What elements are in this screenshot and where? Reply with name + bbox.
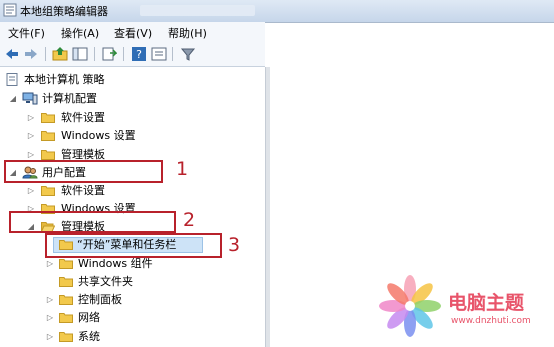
tree-item-system[interactable]: ▷ 系统 xyxy=(0,329,265,345)
toolbar-separator xyxy=(45,47,46,61)
collapsed-arrow-icon[interactable]: ▷ xyxy=(45,292,55,308)
tree-label: 软件设置 xyxy=(61,184,105,197)
toolbar-separator xyxy=(94,47,95,61)
tree-label: Windows 设置 xyxy=(61,129,136,142)
properties-icon[interactable] xyxy=(151,46,167,62)
annotation-number-2: 2 xyxy=(183,209,196,231)
toolbar-separator xyxy=(172,47,173,61)
menu-view[interactable]: 查看(V) xyxy=(114,25,152,41)
filter-icon[interactable] xyxy=(180,46,196,62)
expanded-arrow-icon[interactable]: ◢ xyxy=(8,91,18,107)
collapsed-arrow-icon[interactable]: ▷ xyxy=(26,110,36,126)
tree-label: Windows 组件 xyxy=(78,257,153,270)
collapsed-arrow-icon[interactable]: ▷ xyxy=(45,329,55,345)
folder-icon xyxy=(41,186,55,196)
back-arrow-icon[interactable] xyxy=(4,46,20,62)
tree-item-uc-software[interactable]: ▷ 软件设置 xyxy=(0,183,265,199)
collapsed-arrow-icon[interactable]: ▷ xyxy=(26,128,36,144)
folder-icon xyxy=(59,313,73,323)
menu-action[interactable]: 操作(A) xyxy=(61,25,99,41)
tree-label: 系统 xyxy=(78,330,100,343)
toolbar-separator xyxy=(123,47,124,61)
tree-item-root[interactable]: 本地计算机 策略 xyxy=(0,72,265,88)
highlight-box-2 xyxy=(9,211,176,233)
tree-label: 软件设置 xyxy=(61,111,105,124)
collapsed-arrow-icon[interactable]: ▷ xyxy=(26,183,36,199)
toolbar: ? xyxy=(0,42,265,67)
tree-pane: 本地计算机 策略 ◢ 计算机配置 ▷ 软件设置 ▷ Windows 设置 ▷ 管… xyxy=(0,67,265,347)
svg-text:?: ? xyxy=(136,48,142,61)
title-bar: 本地组策略编辑器 xyxy=(0,0,554,23)
tree-item-network[interactable]: ▷ 网络 xyxy=(0,310,265,326)
folder-icon xyxy=(59,295,73,305)
tree-label: 本地计算机 策略 xyxy=(24,73,105,86)
tree-item-shared-folders[interactable]: 共享文件夹 xyxy=(0,274,265,290)
folder-icon xyxy=(41,113,55,123)
tree-label: 共享文件夹 xyxy=(78,275,133,288)
tree-label: 控制面板 xyxy=(78,293,122,306)
highlight-box-1 xyxy=(4,160,163,183)
folder-icon xyxy=(41,131,55,141)
watermark-url: www.dnzhuti.com xyxy=(451,316,531,326)
policy-document-icon xyxy=(6,73,18,86)
folder-icon xyxy=(41,150,55,160)
up-folder-icon[interactable] xyxy=(52,46,68,62)
collapsed-arrow-icon[interactable]: ▷ xyxy=(45,310,55,326)
title-bar-blank xyxy=(140,5,255,16)
annotation-number-3: 3 xyxy=(228,234,241,256)
tree-item-cc-windows[interactable]: ▷ Windows 设置 xyxy=(0,128,265,144)
folder-icon xyxy=(59,259,73,269)
policy-editor-icon xyxy=(3,3,17,17)
menu-bar: 文件(F) 操作(A) 查看(V) 帮助(H) xyxy=(0,22,265,42)
collapsed-arrow-icon[interactable]: ▷ xyxy=(45,256,55,272)
folder-icon xyxy=(59,277,73,287)
tree-item-cc-software[interactable]: ▷ 软件设置 xyxy=(0,110,265,126)
tree-label: 计算机配置 xyxy=(42,92,97,105)
annotation-number-1: 1 xyxy=(176,158,189,180)
highlight-box-3 xyxy=(45,233,222,258)
tree-label: 网络 xyxy=(78,311,100,324)
window-title: 本地组策略编辑器 xyxy=(20,5,108,18)
watermark-brand: 电脑主题 xyxy=(448,292,525,314)
tree-item-windows-components[interactable]: ▷ Windows 组件 xyxy=(0,256,265,272)
forward-arrow-icon[interactable] xyxy=(23,46,39,62)
folder-icon xyxy=(59,332,73,342)
computer-icon xyxy=(22,92,38,105)
help-icon[interactable]: ? xyxy=(131,46,147,62)
show-hide-tree-icon[interactable] xyxy=(72,46,88,62)
menu-file[interactable]: 文件(F) xyxy=(8,25,45,41)
tree-item-computer-config[interactable]: ◢ 计算机配置 xyxy=(0,91,265,107)
menu-help[interactable]: 帮助(H) xyxy=(168,25,207,41)
tree-item-control-panel[interactable]: ▷ 控制面板 xyxy=(0,292,265,308)
export-list-icon[interactable] xyxy=(101,46,117,62)
